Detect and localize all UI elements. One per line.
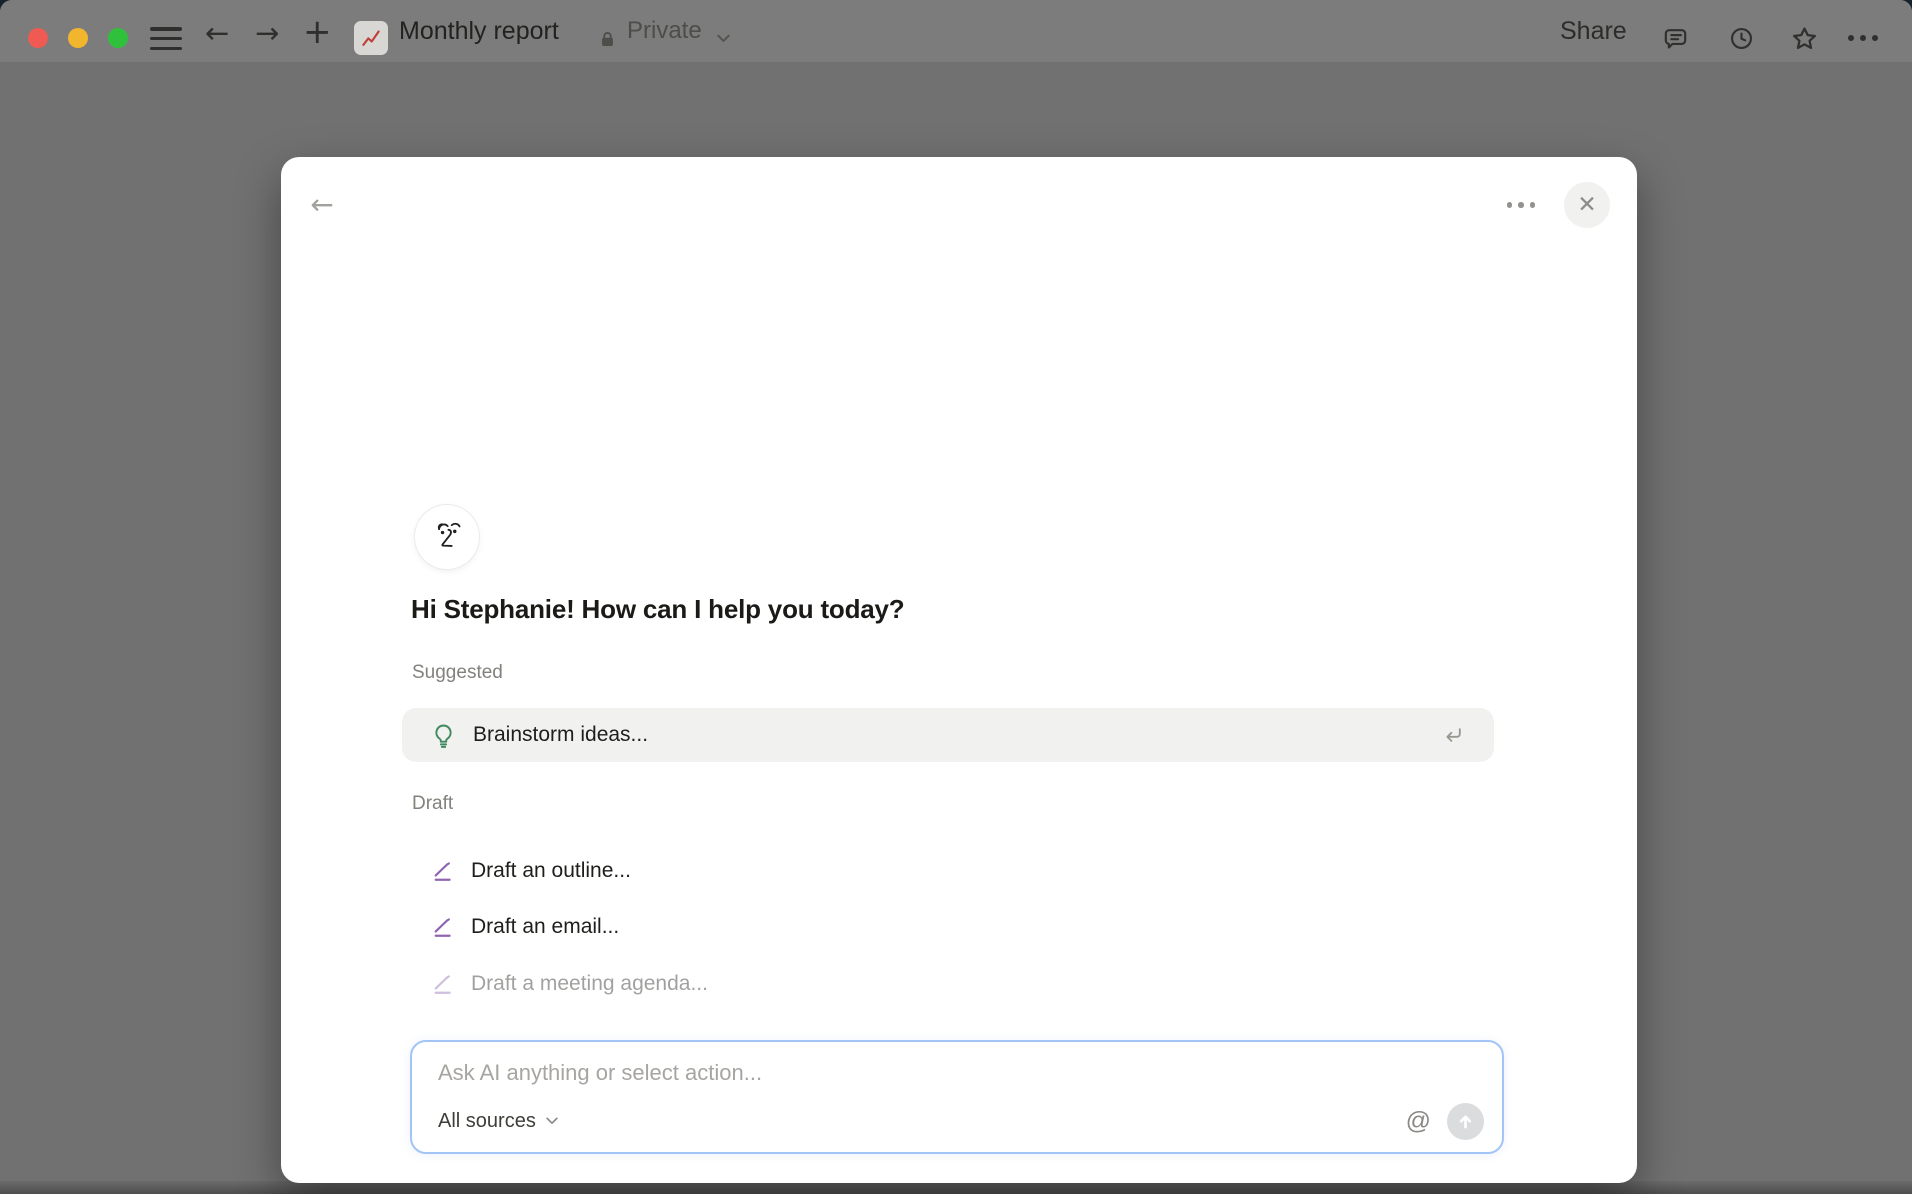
draft-item-label: Draft an email... [471,915,619,939]
dialog-more-options-icon[interactable] [1501,197,1541,213]
ai-dialog: ← ✕ Hi Stephanie! How can I help you tod… [281,157,1637,1183]
close-icon: ✕ [1577,192,1596,218]
notion-ai-avatar [415,505,479,569]
app-window: ← → + Monthly report Private Share [0,0,1912,1194]
sources-dropdown[interactable]: All sources [438,1110,558,1133]
dot [1530,202,1536,208]
section-label-draft: Draft [412,793,453,815]
suggestion-brainstorm[interactable]: Brainstorm ideas... [402,708,1494,762]
lightbulb-icon [430,722,457,749]
send-button[interactable] [1447,1103,1484,1140]
draft-email-item[interactable]: Draft an email... [402,904,1494,950]
enter-key-hint [1440,722,1466,748]
dot [1518,202,1524,208]
suggestion-label: Brainstorm ideas... [473,723,648,747]
pencil-icon [430,972,455,997]
ai-prompt-input[interactable] [438,1060,1398,1086]
draft-meeting-agenda-item[interactable]: Draft a meeting agenda... [402,961,1494,1007]
chevron-down-icon [546,1117,558,1125]
sources-label: All sources [438,1110,536,1133]
dialog-back-button[interactable]: ← [301,183,343,225]
arrow-up-icon [1456,1112,1475,1131]
ai-composer[interactable]: All sources @ [410,1040,1504,1154]
draft-outline-item[interactable]: Draft an outline... [402,848,1494,894]
section-label-suggested: Suggested [412,662,503,684]
ai-face-icon [424,514,470,560]
pencil-icon [430,859,455,884]
draft-item-label: Draft an outline... [471,859,631,883]
mention-button[interactable]: @ [1406,1107,1431,1136]
pencil-icon [430,915,455,940]
draft-item-label: Draft a meeting agenda... [471,972,708,996]
ai-greeting: Hi Stephanie! How can I help you today? [411,594,904,625]
composer-actions: @ [1406,1103,1484,1140]
composer-toolbar: All sources @ [438,1102,1484,1140]
dialog-close-button[interactable]: ✕ [1564,182,1610,228]
return-key-icon [1440,722,1466,748]
dot [1507,202,1513,208]
